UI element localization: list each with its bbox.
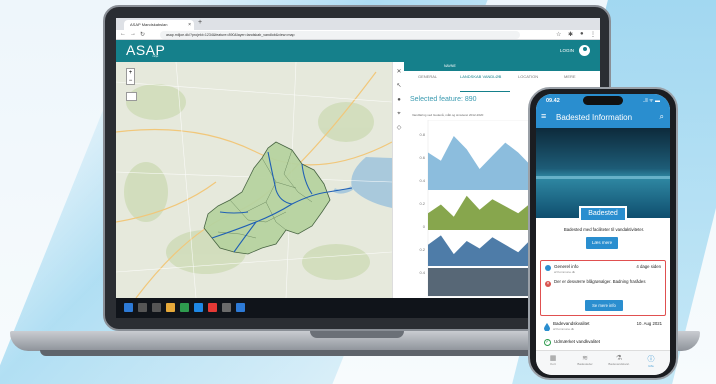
quality-title: Badevandskvalitet [553, 321, 590, 326]
info-icon: ⓘ [647, 356, 655, 363]
start-icon[interactable] [124, 303, 133, 312]
browser-tabbar: ASAP Mandskabslan × + [116, 18, 600, 30]
learn-more-button[interactable]: Læs mere [586, 237, 618, 249]
info-age: 4 dage siden [636, 264, 661, 269]
profile-icon[interactable]: ● [580, 31, 584, 37]
panel-top-bar: NAVNE [404, 62, 600, 71]
badested-badge: Badested [579, 206, 627, 222]
map-canvas [116, 62, 392, 298]
y-tick-label: 0 [423, 224, 426, 229]
warning-icon: × [545, 281, 551, 287]
app-icon[interactable] [180, 303, 189, 312]
info-source: af Kommune.dk [554, 270, 576, 274]
map-view[interactable]: + − [116, 62, 392, 298]
browser-tab[interactable]: ASAP Mandskabslan × [124, 20, 194, 30]
info-icon [545, 265, 551, 271]
nav-badevandskvalitet[interactable]: ⚗ Badevandskval. [606, 354, 632, 366]
signal-icon: ..ll ᯤ ▬ [642, 98, 660, 104]
nav-label: Badevandskval. [608, 362, 630, 366]
chart-subtitle: Vandføring ved Gudenå, målt og simuleret… [412, 113, 484, 117]
url-field[interactable]: asap.miljoe.dk/?projekt=1234&feature=890… [160, 31, 520, 39]
selected-feature-label: Selected feature: 890 [410, 96, 477, 103]
star-icon[interactable]: ☆ [556, 31, 561, 38]
phone-screen: 09.42 ..ll ᯤ ▬ ≡ Badested Information ⌕ … [536, 94, 670, 375]
menu-icon[interactable]: ⋮ [590, 31, 596, 38]
phone-title: Badested Information [556, 113, 633, 122]
map-icon: ▦ [549, 355, 557, 362]
y-tick-label: 0.8 [419, 132, 425, 137]
y-tick-label: 0.6 [419, 155, 425, 160]
nav-badesteder[interactable]: ≋ Badesteder [572, 354, 598, 366]
reload-icon[interactable]: ↻ [140, 31, 145, 38]
user-icon[interactable] [579, 45, 590, 56]
nav-info[interactable]: ⓘ Info [638, 354, 664, 368]
cursor-icon[interactable]: ↖ [395, 82, 403, 90]
app-logo[interactable]: ASAP [126, 42, 165, 58]
polygon-icon[interactable]: ◇ [395, 124, 403, 132]
phone-status-bar: 09.42 ..ll ᯤ ▬ [536, 94, 670, 108]
nav-kort[interactable]: ▦ Kort [540, 354, 566, 366]
nav-label: Badesteder [577, 362, 593, 366]
info-title: Generel info [554, 264, 579, 269]
extension-icon[interactable]: ✱ [568, 31, 573, 38]
quality-source: af Kommune.dk [553, 327, 575, 331]
water-drop-icon [544, 323, 550, 331]
close-icon[interactable]: ✕ [395, 68, 403, 76]
search-icon[interactable] [138, 303, 147, 312]
tab-mere[interactable]: MERE [564, 74, 576, 79]
see-more-button[interactable]: Se mere info [585, 300, 623, 311]
y-tick-label: 0.2 [419, 201, 425, 206]
quality-date: 10. Aug 2021 [636, 321, 662, 326]
badested-description: Badested med faciliteter til vandaktivit… [563, 227, 645, 232]
app-icon[interactable] [236, 303, 245, 312]
y-tick-label: 0.2 [419, 247, 425, 252]
zoom-control[interactable]: + − [126, 68, 135, 85]
phone-header: ≡ Badested Information ⌕ [536, 108, 670, 128]
y-tick-label: 0.4 [419, 178, 425, 183]
close-icon[interactable]: × [188, 20, 191, 30]
tab-landskab-vandlob[interactable]: LANDSKAB VANDLØB [460, 74, 501, 79]
address-bar: ← → ↻ asap.miljoe.dk/?projekt=1234&featu… [116, 30, 600, 40]
hero-image [536, 128, 670, 218]
quality-status: Udmærket vandkvalitet [554, 339, 601, 344]
back-icon[interactable]: ← [120, 31, 126, 37]
edge-icon[interactable] [194, 303, 203, 312]
pin-icon[interactable]: ⌖ [395, 110, 403, 118]
app-icon[interactable] [222, 303, 231, 312]
login-link[interactable]: LOGIN [560, 48, 574, 53]
tab-general[interactable]: GENERAL [418, 74, 437, 79]
taskview-icon[interactable] [152, 303, 161, 312]
layers-icon[interactable] [126, 92, 137, 101]
warning-text: Der er desværre blågrønalger. Badning fr… [554, 279, 646, 284]
timeseries-chart: 0.80.60.40.200.20.4 Jan 11 2016Jan 17Jan… [419, 120, 544, 305]
y-tick-label: 0.4 [419, 270, 425, 275]
chrome-icon[interactable] [208, 303, 217, 312]
search-icon[interactable]: ⌕ [660, 112, 664, 122]
app-logo-sub: miljø [152, 54, 159, 58]
flask-icon: ⚗ [615, 355, 623, 362]
phone-bottom-nav: ▦ Kort ≋ Badesteder ⚗ Badevandskval. ⓘ I… [536, 350, 670, 375]
circle-icon[interactable]: ● [395, 96, 403, 104]
phone-time: 09.42 [546, 98, 560, 104]
panel-tabs: GENERAL LANDSKAB VANDLØB LOCATION MERE [404, 72, 600, 92]
nav-label: Info [648, 364, 654, 368]
laptop-notch [310, 331, 404, 338]
new-tab-icon[interactable]: + [198, 19, 202, 26]
active-tab-underline [460, 91, 510, 92]
app-header: ASAP miljø LOGIN [116, 40, 600, 62]
dynamic-island [583, 96, 623, 105]
chart-dark-band [428, 268, 544, 296]
info-card: Generel info af Kommune.dk 4 dage siden … [540, 260, 666, 316]
check-icon: ✓ [544, 339, 551, 346]
panel-top-label: NAVNE [444, 64, 456, 68]
folder-icon[interactable] [166, 303, 175, 312]
map-tool-column: ✕ ↖ ● ⌖ ◇ [392, 62, 404, 298]
forward-icon[interactable]: → [130, 31, 136, 37]
nav-label: Kort [550, 362, 556, 366]
browser-tab-title: ASAP Mandskabslan [130, 22, 168, 27]
tab-location[interactable]: LOCATION [518, 74, 538, 79]
hamburger-menu-icon[interactable]: ≡ [541, 111, 546, 121]
waves-icon: ≋ [582, 355, 588, 362]
